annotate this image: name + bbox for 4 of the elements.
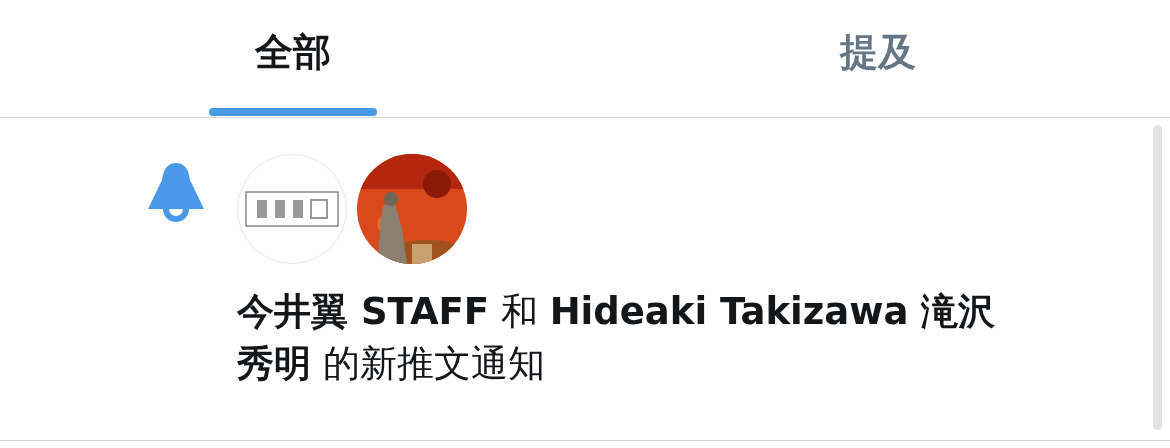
notification-text: 今井翼 STAFF 和 Hideaki Takizawa 滝沢秀明 的新推文通知 xyxy=(237,289,997,387)
tab[interactable]: 提及 xyxy=(586,0,1170,117)
bell-icon xyxy=(148,162,204,222)
tab[interactable]: 全部 xyxy=(0,0,586,117)
